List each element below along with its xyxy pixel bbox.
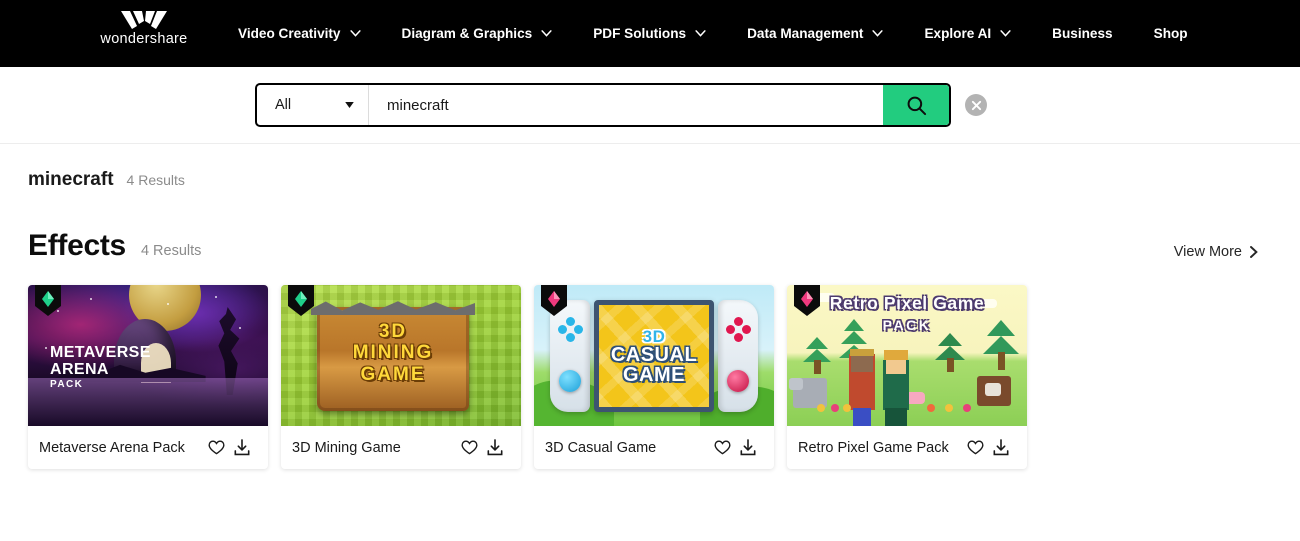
- favorite-button[interactable]: [203, 435, 229, 461]
- download-icon: [487, 439, 503, 456]
- search-box: All: [255, 83, 951, 127]
- effect-card[interactable]: Retro Pixel Game PACK Retro Pixel Game P…: [787, 285, 1027, 469]
- effect-card[interactable]: 3D MINING GAME 3D Mining Game: [281, 285, 521, 469]
- search-icon: [906, 95, 927, 116]
- download-icon: [234, 439, 250, 456]
- thumbnail-art-grass-sign: [281, 285, 521, 426]
- effect-thumbnail[interactable]: 3D CASUAL GAME: [534, 285, 774, 426]
- nav-item-label: Data Management: [747, 26, 864, 41]
- clear-search-button[interactable]: [965, 94, 987, 116]
- nav-item-label: Explore AI: [924, 26, 992, 41]
- heart-outline-icon: [713, 440, 731, 455]
- download-button[interactable]: [988, 435, 1014, 461]
- effect-title: 3D Mining Game: [292, 439, 401, 456]
- section-header-effects: Effects 4 Results View More: [0, 229, 1300, 263]
- chevron-down-icon: [695, 30, 706, 37]
- thumbnail-overlay-label: Retro Pixel Game PACK: [829, 293, 985, 333]
- caret-down-icon: [345, 102, 354, 108]
- thumbnail-overlay-label: 3D: [642, 326, 666, 346]
- search-scope-dropdown[interactable]: All: [257, 85, 369, 125]
- effect-card-footer: Metaverse Arena Pack: [28, 426, 268, 469]
- download-icon: [993, 439, 1009, 456]
- wondershare-w-logo-icon: [121, 11, 167, 29]
- favorite-button[interactable]: [456, 435, 482, 461]
- nav-item-explore-ai[interactable]: Explore AI: [924, 26, 1011, 41]
- chevron-down-icon: [349, 30, 361, 37]
- nav-item-label: Video Creativity: [238, 26, 341, 41]
- thumbnail-art-nebula: [28, 285, 268, 426]
- nav-item-diagram-graphics[interactable]: Diagram & Graphics: [402, 26, 553, 41]
- chevron-down-icon: [541, 30, 552, 37]
- section-title: Effects: [28, 229, 126, 262]
- close-icon: [971, 100, 982, 111]
- section-result-count: 4 Results: [140, 243, 202, 259]
- effect-card-footer: Retro Pixel Game Pack: [787, 426, 1027, 469]
- query-term: minecraft: [28, 169, 114, 190]
- heart-outline-icon: [460, 440, 478, 455]
- chevron-down-icon: [1000, 30, 1011, 37]
- nav-item-label: Diagram & Graphics: [401, 26, 533, 41]
- download-button[interactable]: [229, 435, 255, 461]
- nav-item-pdf-solutions[interactable]: PDF Solutions: [593, 26, 706, 41]
- effect-title: Retro Pixel Game Pack: [798, 439, 949, 456]
- download-icon: [740, 439, 756, 456]
- chevron-right-icon: [1250, 246, 1258, 258]
- nav-item-shop[interactable]: Shop: [1154, 26, 1188, 41]
- heart-outline-icon: [966, 440, 984, 455]
- effect-thumbnail[interactable]: Retro Pixel Game PACK: [787, 285, 1027, 426]
- effect-title: 3D Casual Game: [545, 439, 657, 456]
- nav-item-data-management[interactable]: Data Management: [747, 26, 884, 41]
- search-scope-value: All: [275, 97, 292, 113]
- view-more-label: View More: [1173, 244, 1242, 260]
- diamond-badge-icon: [35, 285, 61, 316]
- favorite-button[interactable]: [709, 435, 735, 461]
- effect-title: Metaverse Arena Pack: [39, 439, 185, 456]
- diamond-badge-icon: [541, 285, 567, 316]
- thumbnail-art-handheld-console: 3D CASUAL GAME: [534, 285, 774, 426]
- logo-wordmark: wondershare: [100, 31, 188, 47]
- view-more-link[interactable]: View More: [1174, 244, 1258, 260]
- favorite-button[interactable]: [962, 435, 988, 461]
- diamond-badge-icon: [288, 285, 314, 316]
- search-bar-row: All: [0, 67, 1300, 144]
- effect-thumbnail[interactable]: METAVERSE ARENA PACK: [28, 285, 268, 426]
- effect-card[interactable]: 3D CASUAL GAME 3D Casual Game: [534, 285, 774, 469]
- effect-card-footer: 3D Casual Game: [534, 426, 774, 469]
- search-input[interactable]: [369, 85, 883, 125]
- query-result-count: 4 Results: [126, 172, 185, 188]
- top-navbar: wondershare Video Creativity Diagram & G…: [0, 0, 1300, 67]
- nav-item-label: Shop: [1153, 26, 1188, 41]
- search-submit-button[interactable]: [883, 85, 949, 125]
- heart-outline-icon: [207, 440, 225, 455]
- nav-item-video-creativity[interactable]: Video Creativity: [238, 26, 361, 41]
- nav-item-label: PDF Solutions: [593, 26, 687, 41]
- nav-item-label: Business: [1052, 26, 1113, 41]
- diamond-badge-icon: [794, 285, 820, 316]
- download-button[interactable]: [735, 435, 761, 461]
- effect-card[interactable]: METAVERSE ARENA PACK Metaverse Arena Pac…: [28, 285, 268, 469]
- effects-card-grid: METAVERSE ARENA PACK Metaverse Arena Pac…: [0, 285, 1300, 469]
- nav-item-business[interactable]: Business: [1052, 26, 1112, 41]
- query-summary: minecraft 4 Results: [0, 144, 1300, 191]
- download-button[interactable]: [482, 435, 508, 461]
- chevron-down-icon: [872, 30, 884, 37]
- effect-thumbnail[interactable]: 3D MINING GAME: [281, 285, 521, 426]
- wondershare-logo[interactable]: wondershare: [98, 11, 190, 47]
- nav-items: Video Creativity Diagram & Graphics PDF …: [238, 0, 1188, 67]
- effect-card-footer: 3D Mining Game: [281, 426, 521, 469]
